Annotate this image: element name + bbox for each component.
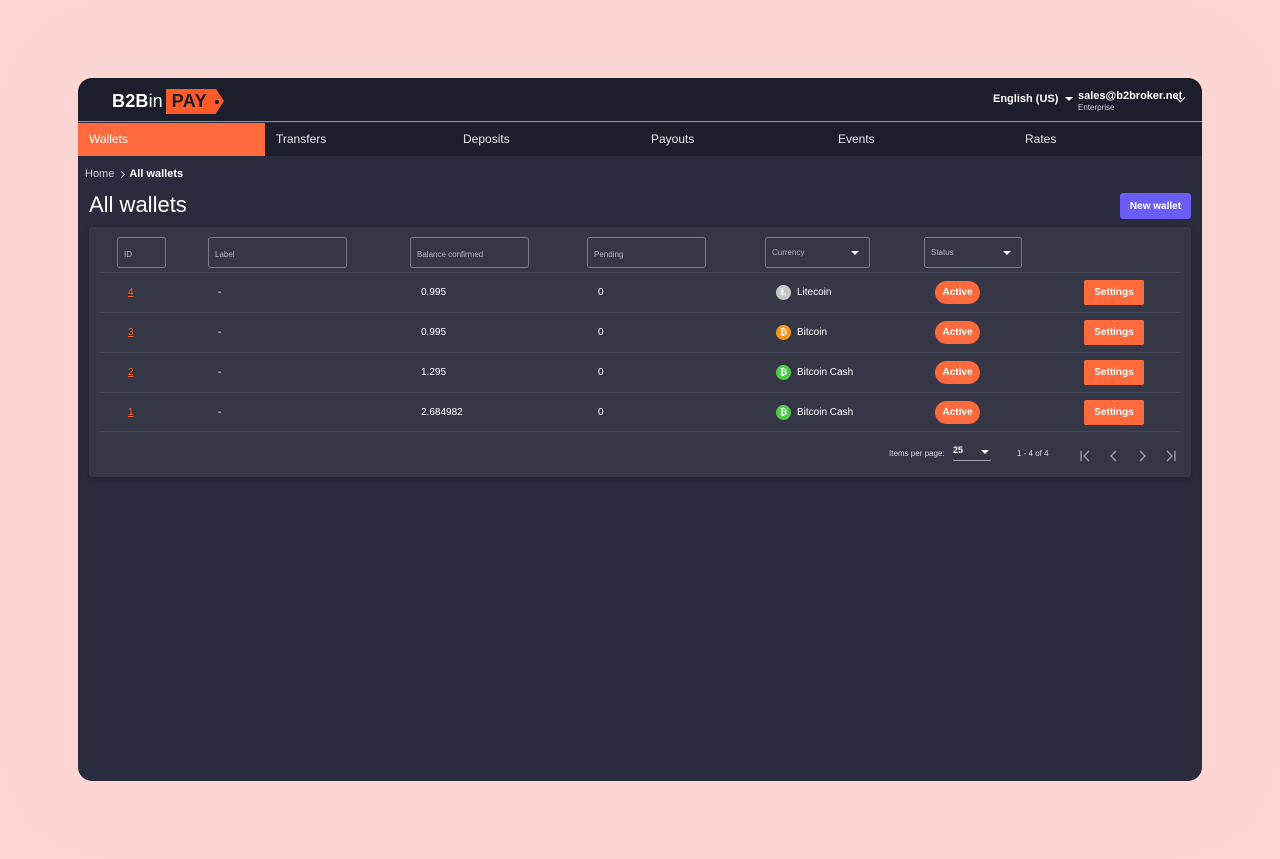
status-filter-select[interactable]: Status <box>924 237 1022 268</box>
items-per-page-select[interactable]: 25 <box>953 445 991 461</box>
balance-filter-input[interactable]: Balance confirmed <box>410 237 529 268</box>
wallet-balance: 2.684982 <box>421 407 463 418</box>
table-row: 1 - 2.684982 0 ₿ Bitcoin Cash Active Sett… <box>100 392 1180 432</box>
status-badge: Active <box>935 281 980 304</box>
wallet-pending: 0 <box>598 287 604 298</box>
currency-name: Bitcoin Cash <box>797 367 854 378</box>
user-plan: Enterprise <box>1078 103 1115 112</box>
status-badge: Active <box>935 321 980 344</box>
settings-button[interactable]: Settings <box>1084 320 1144 345</box>
new-wallet-button[interactable]: New wallet <box>1120 193 1191 219</box>
logo-b2b: B2B <box>112 90 149 111</box>
caret-down-icon <box>981 450 989 454</box>
wallet-currency: Ł Litecoin <box>776 273 831 312</box>
brand-logo[interactable]: B2B in PAY <box>112 88 224 114</box>
table-row: 2 - 1.295 0 ₿ Bitcoin Cash Active Setting… <box>100 352 1180 392</box>
breadcrumb-home[interactable]: Home <box>85 168 114 180</box>
caret-down-icon <box>1065 97 1074 101</box>
caret-down-icon <box>851 251 859 255</box>
tab-payouts[interactable]: Payouts <box>651 123 694 156</box>
settings-button[interactable]: Settings <box>1084 280 1144 305</box>
wallet-label: - <box>218 407 222 418</box>
wallet-label: - <box>218 367 222 378</box>
table-row: 3 - 0.995 0 ₿ Bitcoin Active Settings <box>100 312 1180 352</box>
wallet-id-link[interactable]: 1 <box>128 393 134 432</box>
logo-pay: PAY <box>165 88 224 114</box>
wallet-currency: ₿ Bitcoin Cash <box>776 353 853 392</box>
next-page-icon[interactable] <box>1135 450 1149 462</box>
tab-rates[interactable]: Rates <box>1025 123 1056 156</box>
language-label: English (US) <box>993 93 1059 105</box>
last-page-icon[interactable] <box>1163 450 1177 462</box>
id-filter-input[interactable]: ID <box>117 237 166 268</box>
currency-filter-label: Currency <box>772 248 805 257</box>
wallet-id-link[interactable]: 2 <box>128 353 134 392</box>
language-selector[interactable]: English (US) <box>993 93 1074 105</box>
currency-name: Bitcoin Cash <box>797 407 854 418</box>
wallet-label: - <box>218 287 222 298</box>
main-nav: Wallets Transfers Deposits Payouts Event… <box>78 123 1202 156</box>
items-per-page-label: Items per page: <box>889 449 945 458</box>
logo-dot <box>215 99 220 104</box>
chevron-right-icon <box>118 170 126 178</box>
settings-button[interactable]: Settings <box>1084 400 1144 425</box>
settings-button[interactable]: Settings <box>1084 360 1144 385</box>
tab-transfers[interactable]: Transfers <box>276 123 326 156</box>
prev-page-icon[interactable] <box>1107 450 1121 462</box>
chevron-down-icon[interactable] <box>1175 92 1186 103</box>
wallet-currency: ₿ Bitcoin Cash <box>776 393 853 432</box>
logo-in: in <box>148 90 163 111</box>
items-per-page-value: 25 <box>953 445 964 455</box>
user-menu[interactable]: sales@b2broker.net Enterprise <box>1078 90 1182 112</box>
tab-events[interactable]: Events <box>838 123 875 156</box>
bitcoin-cash-icon: ₿ <box>776 364 791 380</box>
top-bar: B2B in PAY English (US) sales@b2broker.n… <box>78 78 1202 122</box>
tab-wallets[interactable]: Wallets <box>78 123 265 156</box>
wallet-label: - <box>218 327 222 338</box>
currency-name: Litecoin <box>797 287 832 298</box>
bitcoin-icon: ₿ <box>776 324 791 340</box>
user-email: sales@b2broker.net <box>1078 90 1183 102</box>
app-window: B2B in PAY English (US) sales@b2broker.n… <box>78 78 1202 781</box>
wallet-balance: 1.295 <box>421 367 447 378</box>
wallet-id-link[interactable]: 4 <box>128 273 134 312</box>
table-row: 4 - 0.995 0 Ł Litecoin Active Settings <box>100 272 1180 312</box>
bitcoin-cash-icon: ₿ <box>776 404 791 420</box>
logo-pay-text: PAY <box>171 90 208 111</box>
litecoin-icon: Ł <box>776 284 791 300</box>
wallet-currency: ₿ Bitcoin <box>776 313 827 352</box>
pending-filter-input[interactable]: Pending <box>587 237 706 268</box>
status-filter-label: Status <box>931 248 954 257</box>
tab-deposits[interactable]: Deposits <box>463 123 510 156</box>
currency-name: Bitcoin <box>797 327 828 338</box>
wallet-balance: 0.995 <box>421 287 447 298</box>
breadcrumb-current: All wallets <box>129 168 184 180</box>
page-title: All wallets <box>89 192 187 217</box>
wallet-id-link[interactable]: 3 <box>128 313 134 352</box>
caret-down-icon <box>1003 251 1011 255</box>
wallet-balance: 0.995 <box>421 327 447 338</box>
wallet-pending: 0 <box>598 407 604 418</box>
wallet-pending: 0 <box>598 327 604 338</box>
wallet-pending: 0 <box>598 367 604 378</box>
currency-filter-select[interactable]: Currency <box>765 237 870 268</box>
status-badge: Active <box>935 401 980 424</box>
breadcrumb: Home All wallets <box>85 168 183 180</box>
status-badge: Active <box>935 361 980 384</box>
first-page-icon[interactable] <box>1079 450 1093 462</box>
pagination-range: 1 - 4 of 4 <box>1017 449 1049 458</box>
wallets-table: ID Label Balance confirmed Pending Curre… <box>89 227 1191 477</box>
label-filter-input[interactable]: Label <box>208 237 347 268</box>
